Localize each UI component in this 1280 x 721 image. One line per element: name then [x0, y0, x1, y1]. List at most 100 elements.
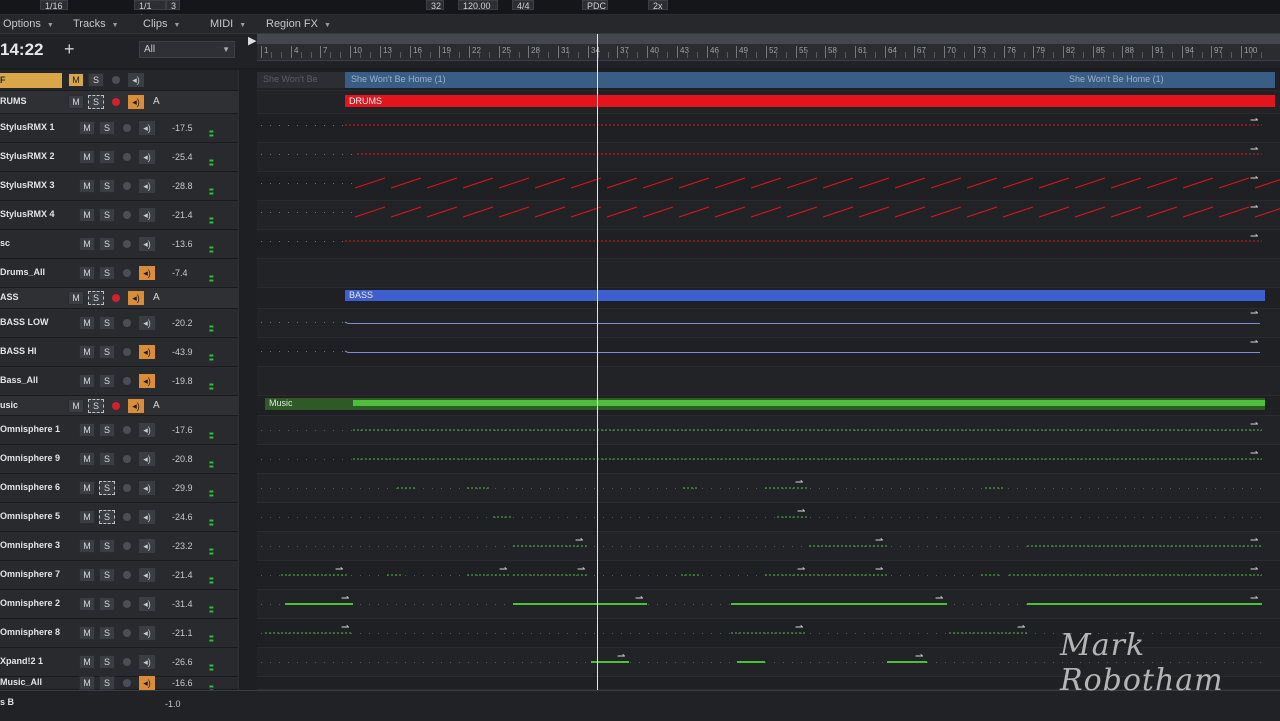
record-arm-icon[interactable] — [123, 679, 131, 687]
input-monitor-icon[interactable]: ◂) — [139, 597, 155, 611]
track-name[interactable]: Omnisphere 5 — [0, 511, 60, 521]
record-arm-icon[interactable] — [123, 484, 131, 492]
menu-tracks[interactable]: Tracks ▼ — [73, 15, 119, 33]
drums-clip[interactable] — [345, 95, 1275, 107]
record-arm-icon[interactable] — [123, 319, 131, 327]
track-row[interactable]: Omnisphere 5 M S ◂) -24.6 ▪▪ ▪▪ — [0, 503, 238, 532]
track-volume[interactable]: -13.6 — [172, 239, 193, 249]
clip-loop-icon[interactable]: ⇀ — [1250, 419, 1258, 430]
track-row[interactable]: Drums_All M S ◂) -7.4 ▪▪ ▪▪ — [0, 259, 238, 288]
solo-button[interactable]: S — [88, 95, 104, 109]
input-monitor-icon[interactable]: ◂) — [139, 481, 155, 495]
track-row[interactable]: sc M S ◂) -13.6 ▪▪ ▪▪ — [0, 230, 238, 259]
input-monitor-icon[interactable]: ◂) — [139, 150, 155, 164]
track-row[interactable]: Music_AllMS◂)-16.6▪▪▪▪ — [0, 676, 238, 695]
mute-button[interactable]: M — [79, 539, 95, 553]
automation-icon[interactable]: A — [153, 400, 160, 411]
track-volume[interactable]: -24.6 — [172, 512, 193, 522]
clip-loop-icon[interactable]: ⇀ — [797, 506, 805, 517]
track-row[interactable]: Omnisphere 9 M S ◂) -20.8 ▪▪ ▪▪ — [0, 445, 238, 474]
clip-loop-icon[interactable]: ⇀ — [1250, 308, 1258, 319]
solo-button[interactable]: S — [99, 121, 115, 135]
track-volume[interactable]: -31.4 — [172, 599, 193, 609]
clip-loop-icon[interactable]: ⇀ — [341, 622, 349, 633]
mute-button[interactable]: M — [68, 291, 84, 305]
track-name[interactable]: StylusRMX 1 — [0, 122, 55, 132]
clip-loop-icon[interactable]: ⇀ — [1250, 593, 1258, 604]
clip-loop-icon[interactable]: ⇀ — [875, 564, 883, 575]
track-name[interactable]: StylusRMX 3 — [0, 180, 55, 190]
track-name[interactable]: F — [0, 73, 62, 88]
track-name[interactable]: usic — [0, 400, 18, 410]
record-arm-icon[interactable] — [123, 240, 131, 248]
record-arm-icon[interactable] — [123, 571, 131, 579]
arrangement-area[interactable]: She Won't Be She Won't Be Home (1) She Won… — [257, 70, 1280, 690]
clip-loop-icon[interactable]: ⇀ — [935, 593, 943, 604]
solo-button[interactable]: S — [99, 208, 115, 222]
loop-bar[interactable] — [257, 34, 1280, 44]
record-arm-icon[interactable] — [123, 542, 131, 550]
input-monitor-icon[interactable]: ◂) — [139, 121, 155, 135]
record-arm-icon[interactable] — [112, 402, 120, 410]
solo-button[interactable]: S — [99, 597, 115, 611]
record-arm-icon[interactable] — [123, 269, 131, 277]
mute-button[interactable]: M — [68, 73, 84, 87]
add-track-icon[interactable]: + — [64, 39, 75, 60]
clip-loop-icon[interactable]: ⇀ — [341, 593, 349, 604]
track-name[interactable]: Bass_All — [0, 375, 38, 385]
record-arm-icon[interactable] — [123, 600, 131, 608]
mute-button[interactable]: M — [79, 237, 95, 251]
track-row[interactable]: BASS HI M S ◂) -43.9 ▪▪ ▪▪ — [0, 338, 238, 367]
automation-icon[interactable]: A — [153, 96, 160, 107]
track-volume[interactable]: -20.2 — [172, 318, 193, 328]
solo-button[interactable]: S — [99, 316, 115, 330]
mute-button[interactable]: M — [79, 150, 95, 164]
record-arm-icon[interactable] — [123, 124, 131, 132]
clip-loop-icon[interactable]: ⇀ — [575, 535, 583, 546]
mute-button[interactable]: M — [79, 481, 95, 495]
track-row[interactable]: Omnisphere 3 M S ◂) -23.2 ▪▪ ▪▪ — [0, 532, 238, 561]
clip-loop-icon[interactable]: ⇀ — [1250, 231, 1258, 242]
record-arm-icon[interactable] — [123, 426, 131, 434]
input-monitor-icon[interactable]: ◂) — [128, 399, 144, 413]
clip-loop-icon[interactable]: ⇀ — [1250, 115, 1258, 126]
solo-button[interactable]: S — [88, 291, 104, 305]
input-monitor-icon[interactable]: ◂) — [139, 423, 155, 437]
track-name[interactable]: BASS HI — [0, 346, 37, 356]
track-name[interactable]: BASS LOW — [0, 317, 49, 327]
track-row[interactable]: Omnisphere 1 M S ◂) -17.6 ▪▪ ▪▪ — [0, 416, 238, 445]
track-filter-select[interactable]: All ▼ — [139, 41, 235, 58]
input-monitor-icon[interactable]: ◂) — [128, 95, 144, 109]
track-name[interactable]: ASS — [0, 292, 19, 302]
input-monitor-icon[interactable]: ◂) — [139, 510, 155, 524]
track-name[interactable]: Drums_All — [0, 267, 45, 277]
track-volume[interactable]: -29.9 — [172, 483, 193, 493]
clip-loop-icon[interactable]: ⇀ — [499, 564, 507, 575]
transport-field[interactable]: 4/4 — [512, 0, 534, 11]
mute-button[interactable]: M — [79, 676, 95, 690]
track-row[interactable]: F M S ◂) — [0, 70, 238, 91]
track-volume[interactable]: -20.8 — [172, 454, 193, 464]
solo-button[interactable]: S — [99, 626, 115, 640]
transport-field[interactable]: 3 — [166, 0, 180, 11]
record-arm-icon[interactable] — [123, 377, 131, 385]
menu-options[interactable]: Options ▼ — [3, 15, 54, 33]
record-arm-icon[interactable] — [123, 348, 131, 356]
track-row[interactable]: BASS LOW M S ◂) -20.2 ▪▪ ▪▪ — [0, 309, 238, 338]
solo-button[interactable]: S — [99, 481, 115, 495]
playhead-handle-icon[interactable]: ▶ — [248, 34, 264, 47]
mute-button[interactable]: M — [79, 597, 95, 611]
track-row[interactable]: Omnisphere 2 M S ◂) -31.4 ▪▪ ▪▪ — [0, 590, 238, 619]
drums-clip-label[interactable]: DRUMS — [349, 96, 382, 106]
mute-button[interactable]: M — [79, 179, 95, 193]
transport-field[interactable]: 1/1 ♩ — [134, 0, 166, 21]
solo-button[interactable]: S — [99, 266, 115, 280]
track-volume[interactable]: -21.4 — [172, 210, 193, 220]
solo-button[interactable]: S — [99, 374, 115, 388]
mute-button[interactable]: M — [79, 626, 95, 640]
clip-loop-icon[interactable]: ⇀ — [1250, 448, 1258, 459]
solo-button[interactable]: S — [99, 655, 115, 669]
record-arm-icon[interactable] — [123, 153, 131, 161]
track-volume[interactable]: -26.6 — [172, 657, 193, 667]
music-clip-label[interactable]: Music — [269, 398, 293, 408]
